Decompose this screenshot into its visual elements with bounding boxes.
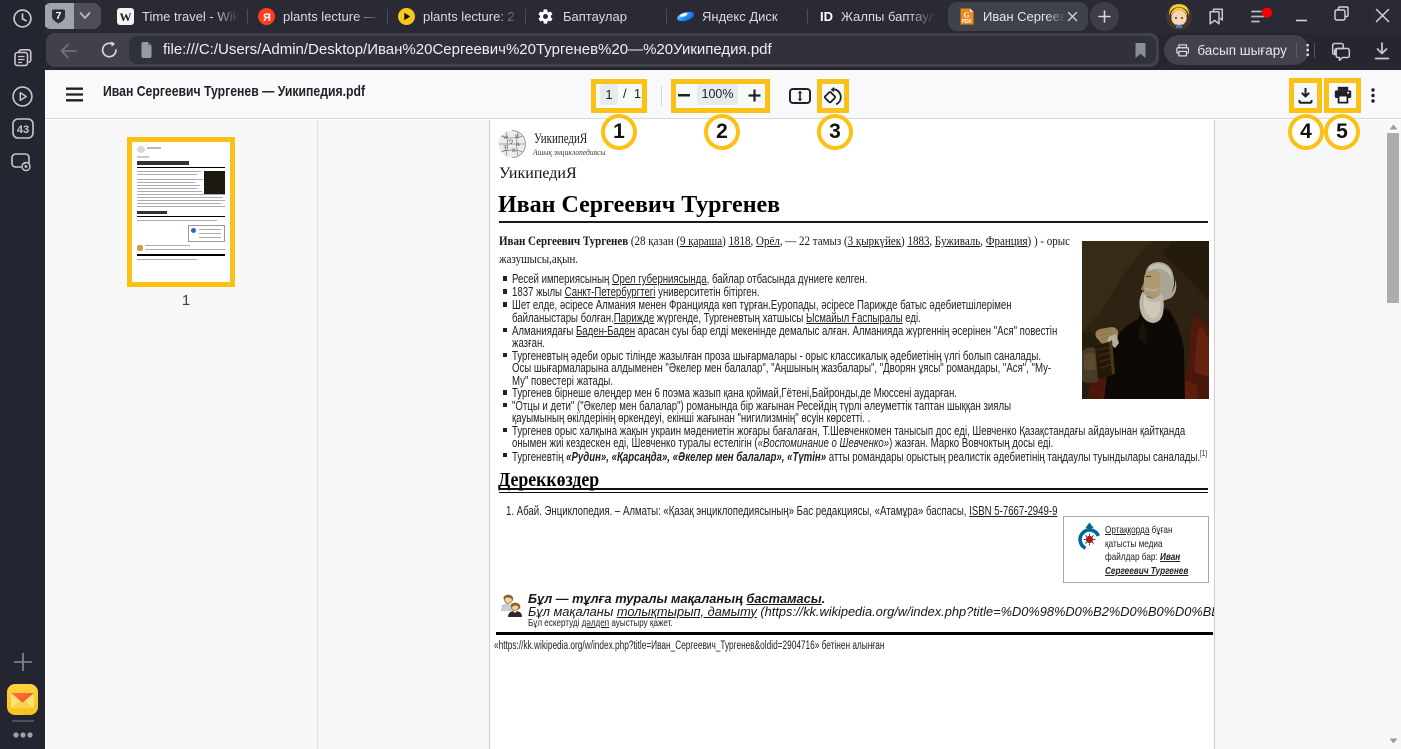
svg-text:И: И bbox=[515, 134, 519, 140]
svg-text:PDF: PDF bbox=[962, 19, 972, 25]
svg-text:7: 7 bbox=[56, 10, 62, 22]
svg-text:Я: Я bbox=[263, 12, 271, 24]
svg-text:王: 王 bbox=[503, 145, 509, 152]
svg-text:W: W bbox=[120, 10, 132, 24]
svg-text:ウ: ウ bbox=[508, 138, 514, 146]
svg-text:43: 43 bbox=[16, 124, 28, 136]
svg-text:В: В bbox=[512, 148, 516, 154]
svg-text:A: A bbox=[516, 142, 520, 148]
